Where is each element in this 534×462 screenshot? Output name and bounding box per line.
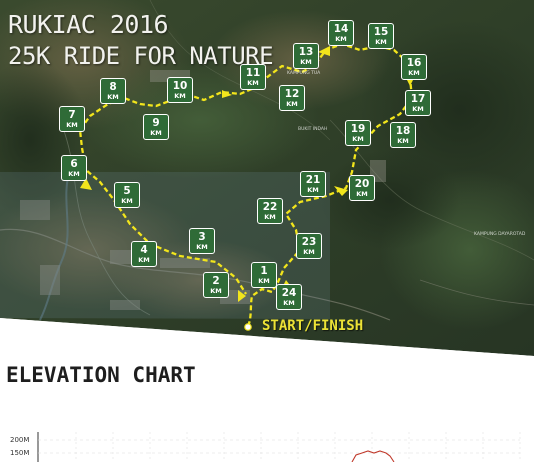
km-marker-unit: KM bbox=[283, 298, 295, 307]
km-marker-unit: KM bbox=[300, 57, 312, 66]
km-marker-7: 7 KM bbox=[59, 106, 85, 132]
km-marker-unit: KM bbox=[196, 242, 208, 251]
km-marker-20: 20 KM bbox=[349, 175, 375, 201]
km-marker-number: 22 bbox=[262, 201, 278, 213]
km-marker-number: 1 bbox=[260, 265, 268, 277]
km-marker-13: 13 KM bbox=[293, 43, 319, 69]
km-marker-4: 4 KM bbox=[131, 241, 157, 267]
km-marker-number: 8 bbox=[109, 81, 117, 93]
km-marker-1: 1 KM bbox=[251, 262, 277, 288]
km-marker-number: 14 bbox=[333, 23, 349, 35]
km-marker-number: 20 bbox=[354, 178, 370, 190]
km-marker-unit: KM bbox=[307, 185, 319, 194]
km-marker-number: 15 bbox=[373, 26, 389, 38]
km-marker-16: 16 KM bbox=[401, 54, 427, 80]
km-marker-unit: KM bbox=[66, 120, 78, 129]
km-marker-unit: KM bbox=[138, 255, 150, 264]
km-marker-unit: KM bbox=[247, 78, 259, 87]
place-label: KAMPUNG DAYAROTAD bbox=[474, 232, 526, 237]
km-marker-number: 12 bbox=[284, 88, 300, 100]
map-title-line2: 25K RIDE FOR NATURE bbox=[8, 42, 274, 70]
elevation-y-tick: 150M bbox=[10, 449, 30, 457]
km-marker-2: 2 KM bbox=[203, 272, 229, 298]
km-marker-number: 17 bbox=[410, 93, 426, 105]
place-label: BUKIT INDAH bbox=[298, 127, 328, 132]
place-label: KAMPUNG TUA bbox=[287, 71, 321, 76]
km-marker-22: 22 KM bbox=[257, 198, 283, 224]
km-marker-number: 24 bbox=[281, 287, 297, 299]
km-marker-number: 2 bbox=[212, 275, 220, 287]
km-marker-number: 3 bbox=[198, 231, 206, 243]
km-marker-number: 10 bbox=[172, 80, 188, 92]
km-marker-unit: KM bbox=[258, 276, 270, 285]
km-marker-23: 23 KM bbox=[296, 233, 322, 259]
km-marker-unit: KM bbox=[335, 34, 347, 43]
km-marker-unit: KM bbox=[174, 91, 186, 100]
km-marker-number: 21 bbox=[305, 174, 321, 186]
km-marker-number: 9 bbox=[152, 117, 160, 129]
km-marker-unit: KM bbox=[397, 136, 409, 145]
km-marker-number: 19 bbox=[350, 123, 366, 135]
km-marker-number: 5 bbox=[123, 185, 131, 197]
km-marker-number: 18 bbox=[395, 125, 411, 137]
km-marker-11: 11 KM bbox=[240, 64, 266, 90]
km-marker-number: 13 bbox=[298, 46, 314, 58]
km-marker-number: 6 bbox=[70, 158, 78, 170]
km-marker-unit: KM bbox=[210, 286, 222, 295]
km-marker-5: 5 KM bbox=[114, 182, 140, 208]
km-marker-21: 21 KM bbox=[300, 171, 326, 197]
km-marker-8: 8 KM bbox=[100, 78, 126, 104]
km-marker-unit: KM bbox=[412, 104, 424, 113]
km-marker-3: 3 KM bbox=[189, 228, 215, 254]
km-marker-unit: KM bbox=[356, 189, 368, 198]
km-marker-18: 18 KM bbox=[390, 122, 416, 148]
km-marker-number: 16 bbox=[406, 57, 422, 69]
km-marker-number: 11 bbox=[245, 67, 261, 79]
km-marker-9: 9 KM bbox=[143, 114, 169, 140]
km-marker-unit: KM bbox=[150, 128, 162, 137]
km-marker-unit: KM bbox=[408, 68, 420, 77]
km-marker-unit: KM bbox=[68, 169, 80, 178]
km-marker-unit: KM bbox=[303, 247, 315, 256]
km-marker-unit: KM bbox=[121, 196, 133, 205]
elevation-y-tick: 200M bbox=[10, 436, 30, 444]
km-marker-15: 15 KM bbox=[368, 23, 394, 49]
start-finish-marker bbox=[244, 323, 252, 331]
km-marker-unit: KM bbox=[375, 37, 387, 46]
km-marker-12: 12 KM bbox=[279, 85, 305, 111]
km-marker-14: 14 KM bbox=[328, 20, 354, 46]
km-marker-6: 6 KM bbox=[61, 155, 87, 181]
km-marker-24: 24 KM bbox=[276, 284, 302, 310]
km-marker-unit: KM bbox=[352, 134, 364, 143]
km-marker-unit: KM bbox=[264, 212, 276, 221]
km-marker-unit: KM bbox=[286, 99, 298, 108]
km-marker-number: 7 bbox=[68, 109, 76, 121]
map-title-line1: RUKIAC 2016 bbox=[8, 10, 169, 39]
km-marker-number: 4 bbox=[140, 244, 148, 256]
km-marker-10: 10 KM bbox=[167, 77, 193, 103]
start-finish-label: START/FINISH bbox=[262, 318, 364, 334]
km-marker-unit: KM bbox=[107, 92, 119, 101]
km-marker-19: 19 KM bbox=[345, 120, 371, 146]
km-marker-17: 17 KM bbox=[405, 90, 431, 116]
km-marker-number: 23 bbox=[301, 236, 317, 248]
elevation-chart-title: ELEVATION CHART bbox=[6, 363, 196, 387]
